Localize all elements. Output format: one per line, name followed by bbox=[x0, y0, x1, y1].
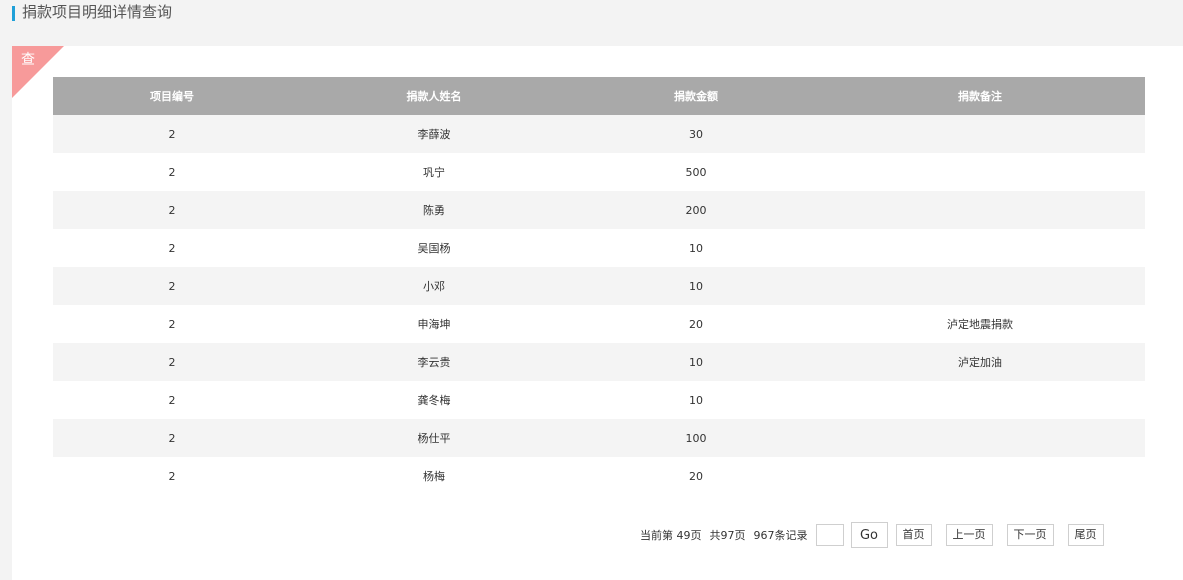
donation-table: 项目编号 捐款人姓名 捐款金额 捐款备注 2 李薛波 30 2 巩宁 500 2… bbox=[53, 77, 1145, 495]
column-header-donor-name: 捐款人姓名 bbox=[291, 77, 577, 115]
cell-remark bbox=[815, 229, 1145, 267]
table-row: 2 吴国杨 10 bbox=[53, 229, 1145, 267]
first-page-button[interactable]: 首页 bbox=[895, 524, 932, 546]
cell-project-id: 2 bbox=[53, 343, 291, 381]
cell-amount: 200 bbox=[577, 191, 815, 229]
current-page-text: 当前第 49页 bbox=[640, 529, 702, 542]
cell-donor-name: 吴国杨 bbox=[291, 229, 577, 267]
prev-page-button[interactable]: 上一页 bbox=[945, 524, 993, 546]
next-page-button[interactable]: 下一页 bbox=[1006, 524, 1054, 546]
cell-project-id: 2 bbox=[53, 191, 291, 229]
cell-amount: 10 bbox=[577, 343, 815, 381]
table-row: 2 陈勇 200 bbox=[53, 191, 1145, 229]
cell-project-id: 2 bbox=[53, 115, 291, 153]
cell-project-id: 2 bbox=[53, 153, 291, 191]
cell-remark bbox=[815, 419, 1145, 457]
table-row: 2 杨梅 20 bbox=[53, 457, 1145, 495]
cell-remark bbox=[815, 267, 1145, 305]
cell-amount: 10 bbox=[577, 229, 815, 267]
table-header-row: 项目编号 捐款人姓名 捐款金额 捐款备注 bbox=[53, 77, 1145, 115]
cell-amount: 100 bbox=[577, 419, 815, 457]
cell-amount: 10 bbox=[577, 267, 815, 305]
pagination: 当前第 49页 共97页 967条记录 Go 首页 上一页 下一页 尾页 bbox=[640, 521, 1104, 549]
cell-remark bbox=[815, 381, 1145, 419]
go-button[interactable]: Go bbox=[850, 522, 888, 548]
cell-amount: 20 bbox=[577, 457, 815, 495]
cell-donor-name: 李云贵 bbox=[291, 343, 577, 381]
cell-project-id: 2 bbox=[53, 457, 291, 495]
cell-donor-name: 陈勇 bbox=[291, 191, 577, 229]
cell-remark bbox=[815, 191, 1145, 229]
page-number-input[interactable] bbox=[815, 524, 844, 546]
cell-remark: 泸定地震捐款 bbox=[815, 305, 1145, 343]
cell-donor-name: 杨仕平 bbox=[291, 419, 577, 457]
cell-amount: 20 bbox=[577, 305, 815, 343]
content-panel: 查 项目编号 捐款人姓名 捐款金额 捐款备注 2 李薛波 30 2 巩宁 500… bbox=[12, 46, 1183, 580]
table-row: 2 龚冬梅 10 bbox=[53, 381, 1145, 419]
table-row: 2 李薛波 30 bbox=[53, 115, 1145, 153]
table-row: 2 申海坤 20 泸定地震捐款 bbox=[53, 305, 1145, 343]
cell-amount: 10 bbox=[577, 381, 815, 419]
cell-project-id: 2 bbox=[53, 305, 291, 343]
cell-remark: 泸定加油 bbox=[815, 343, 1145, 381]
cell-amount: 30 bbox=[577, 115, 815, 153]
cell-remark bbox=[815, 457, 1145, 495]
cell-project-id: 2 bbox=[53, 381, 291, 419]
cell-project-id: 2 bbox=[53, 267, 291, 305]
page-header: 捐款项目明细详情查询 bbox=[0, 0, 1183, 46]
column-header-remark: 捐款备注 bbox=[815, 77, 1145, 115]
cell-project-id: 2 bbox=[53, 229, 291, 267]
cell-amount: 500 bbox=[577, 153, 815, 191]
total-records-text: 967条记录 bbox=[753, 529, 808, 542]
cell-project-id: 2 bbox=[53, 419, 291, 457]
page-title: 捐款项目明细详情查询 bbox=[22, 3, 173, 21]
query-corner-label: 查 bbox=[21, 52, 35, 68]
cell-donor-name: 杨梅 bbox=[291, 457, 577, 495]
cell-remark bbox=[815, 115, 1145, 153]
table-row: 2 巩宁 500 bbox=[53, 153, 1145, 191]
column-header-amount: 捐款金额 bbox=[577, 77, 815, 115]
title-accent-bar bbox=[12, 6, 15, 21]
table-row: 2 杨仕平 100 bbox=[53, 419, 1145, 457]
cell-remark bbox=[815, 153, 1145, 191]
cell-donor-name: 巩宁 bbox=[291, 153, 577, 191]
cell-donor-name: 龚冬梅 bbox=[291, 381, 577, 419]
cell-donor-name: 申海坤 bbox=[291, 305, 577, 343]
total-pages-text: 共97页 bbox=[709, 529, 746, 542]
table-row: 2 李云贵 10 泸定加油 bbox=[53, 343, 1145, 381]
last-page-button[interactable]: 尾页 bbox=[1067, 524, 1104, 546]
cell-donor-name: 李薛波 bbox=[291, 115, 577, 153]
cell-donor-name: 小邓 bbox=[291, 267, 577, 305]
page: 捐款项目明细详情查询 查 项目编号 捐款人姓名 捐款金额 捐款备注 2 李薛波 bbox=[0, 0, 1183, 580]
column-header-project-id: 项目编号 bbox=[53, 77, 291, 115]
table-row: 2 小邓 10 bbox=[53, 267, 1145, 305]
